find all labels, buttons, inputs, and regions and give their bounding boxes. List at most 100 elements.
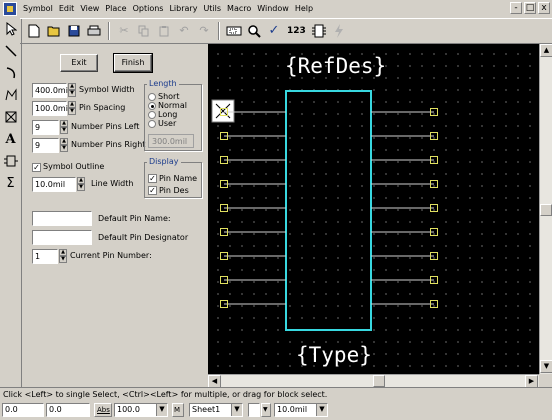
autonumber-button[interactable]: 123 xyxy=(286,23,307,39)
pin-name-checkbox[interactable]: ✓ xyxy=(148,174,157,183)
symbol-icon[interactable] xyxy=(2,152,20,170)
symbol-wizard-panel: Exit Finish 400.0mil ▲ ▼ Symbol Width 100… xyxy=(22,44,208,374)
x-coordinate-field[interactable]: 0.0 xyxy=(2,403,44,417)
abs-button[interactable]: Abs xyxy=(94,403,112,417)
default-pin-name-label: Default Pin Name: xyxy=(98,214,171,223)
vertical-scroll-thumb[interactable] xyxy=(540,204,552,216)
exit-button[interactable]: Exit xyxy=(60,54,98,72)
open-icon[interactable] xyxy=(46,23,62,39)
horizontal-scrollbar[interactable]: ◀ ▶ xyxy=(208,374,539,388)
new-icon[interactable] xyxy=(26,23,42,39)
display-group-title: Display xyxy=(147,157,181,167)
horizontal-scroll-thumb[interactable] xyxy=(373,375,385,387)
redo-icon[interactable]: ↷ xyxy=(196,23,212,39)
pins-left-spinner[interactable]: ▲ ▼ xyxy=(60,120,68,135)
menu-view[interactable]: View xyxy=(77,0,102,18)
text-icon[interactable]: A xyxy=(2,130,20,148)
length-long-radio[interactable] xyxy=(148,111,156,119)
sheet-value: Sheet1 xyxy=(192,405,221,414)
color-swatch[interactable] xyxy=(248,403,260,417)
line-width-spinner[interactable]: ▲ ▼ xyxy=(77,177,85,192)
menu-macro[interactable]: Macro xyxy=(224,0,254,18)
lightning-icon[interactable] xyxy=(331,23,347,39)
vertical-scrollbar[interactable]: ▲ ▼ xyxy=(539,44,552,374)
length-short-radio[interactable] xyxy=(148,93,156,101)
user-length-input[interactable]: 300.0mil xyxy=(148,134,194,148)
length-user-label: User xyxy=(158,119,177,128)
symbol-width-input[interactable]: 400.0mil xyxy=(32,83,70,98)
zoom-select[interactable]: 100.0 ▼ xyxy=(114,403,168,417)
close-button[interactable]: x xyxy=(538,2,550,14)
sum-icon[interactable]: Σ xyxy=(2,174,20,192)
pin-des-label: Pin Des xyxy=(159,186,189,195)
scroll-up-button[interactable]: ▲ xyxy=(540,44,552,57)
undo-icon[interactable]: ↶ xyxy=(176,23,192,39)
menu-options[interactable]: Options xyxy=(130,0,167,18)
pin-des-checkbox[interactable]: ✓ xyxy=(148,186,157,195)
menu-place[interactable]: Place xyxy=(102,0,129,18)
menu-symbol[interactable]: Symbol xyxy=(20,0,56,18)
finish-button[interactable]: Finish xyxy=(113,53,153,73)
menu-help[interactable]: Help xyxy=(292,0,316,18)
symbol-width-spinner[interactable]: ▲ ▼ xyxy=(68,83,76,98)
menu-library[interactable]: Library xyxy=(166,0,200,18)
cut-icon[interactable]: ✂ xyxy=(116,23,132,39)
zoom-window-icon[interactable] xyxy=(226,23,242,39)
arc-icon[interactable] xyxy=(2,64,20,82)
menu-edit[interactable]: Edit xyxy=(56,0,78,18)
length-group-title: Length xyxy=(147,79,179,89)
pin-spacing-spinner[interactable]: ▲ ▼ xyxy=(68,101,76,116)
pins-right-label: Number Pins Right xyxy=(71,140,146,149)
app-icon[interactable] xyxy=(3,2,17,16)
sheet-select[interactable]: Sheet1 ▼ xyxy=(189,403,243,417)
line-width-input[interactable]: 10.0mil xyxy=(32,177,76,192)
chevron-down-icon[interactable]: ▼ xyxy=(156,404,167,416)
minimize-button[interactable]: - xyxy=(510,2,522,14)
paste-icon[interactable] xyxy=(156,23,172,39)
zoom-icon[interactable] xyxy=(246,23,262,39)
line-icon[interactable] xyxy=(2,42,20,60)
default-pin-designator-input[interactable] xyxy=(32,230,92,245)
line-width-value: 10.0mil xyxy=(277,405,308,414)
refdes-text[interactable]: {RefDes} xyxy=(285,54,386,78)
scroll-down-button[interactable]: ▼ xyxy=(540,360,552,373)
symbol-canvas[interactable]: {RefDes} {Type} xyxy=(208,44,539,374)
print-icon[interactable] xyxy=(86,23,102,39)
default-pin-designator-label: Default Pin Designator xyxy=(98,233,189,242)
menu-utils[interactable]: Utils xyxy=(200,0,224,18)
menu-window[interactable]: Window xyxy=(254,0,292,18)
symbol-outline-checkbox[interactable]: ✓ xyxy=(32,163,41,172)
pins-left-input[interactable]: 9 xyxy=(32,120,59,135)
chevron-down-icon[interactable]: ▼ xyxy=(231,404,242,416)
save-icon[interactable] xyxy=(66,23,82,39)
pins-right-input[interactable]: 9 xyxy=(32,138,59,153)
m-button[interactable]: M xyxy=(172,403,184,417)
symbol-width-label: Symbol Width xyxy=(79,85,135,94)
length-normal-radio[interactable] xyxy=(148,102,156,110)
line-width-select[interactable]: 10.0mil ▼ xyxy=(274,403,328,417)
pins-right-spinner[interactable]: ▲ ▼ xyxy=(60,138,68,153)
symbol-outline-label: Symbol Outline xyxy=(43,162,105,171)
symbol-body[interactable] xyxy=(285,90,372,331)
type-text[interactable]: {Type} xyxy=(296,343,372,367)
check-icon[interactable]: ✓ xyxy=(266,23,282,39)
coordinate-bar: 0.0 0.0 Abs 100.0 ▼ M Sheet1 ▼ ▼ 10.0mil… xyxy=(0,400,552,420)
symbol-drawing xyxy=(211,90,438,331)
default-pin-name-input[interactable] xyxy=(32,211,92,226)
current-pin-number-input[interactable]: 1 xyxy=(32,249,58,264)
pin-spacing-input[interactable]: 100.0mil xyxy=(32,101,70,116)
polygon-icon[interactable] xyxy=(2,86,20,104)
length-user-radio[interactable] xyxy=(148,120,156,128)
chevron-down-icon[interactable]: ▼ xyxy=(316,404,327,416)
current-pin-number-spinner[interactable]: ▲ ▼ xyxy=(59,249,67,264)
select-arrow-icon[interactable] xyxy=(2,20,20,38)
pin-icon[interactable] xyxy=(311,23,327,39)
pin-spacing-label: Pin Spacing xyxy=(79,103,126,112)
chevron-down-icon[interactable]: ▼ xyxy=(261,403,271,417)
toolbar-separator xyxy=(108,22,110,40)
toolbar: ✂ ↶ ↷ ✓ 123 xyxy=(20,18,552,44)
restore-button[interactable]: □ xyxy=(524,2,536,14)
pin-box-icon[interactable] xyxy=(2,108,20,126)
copy-icon[interactable] xyxy=(136,23,152,39)
y-coordinate-field[interactable]: 0.0 xyxy=(46,403,90,417)
